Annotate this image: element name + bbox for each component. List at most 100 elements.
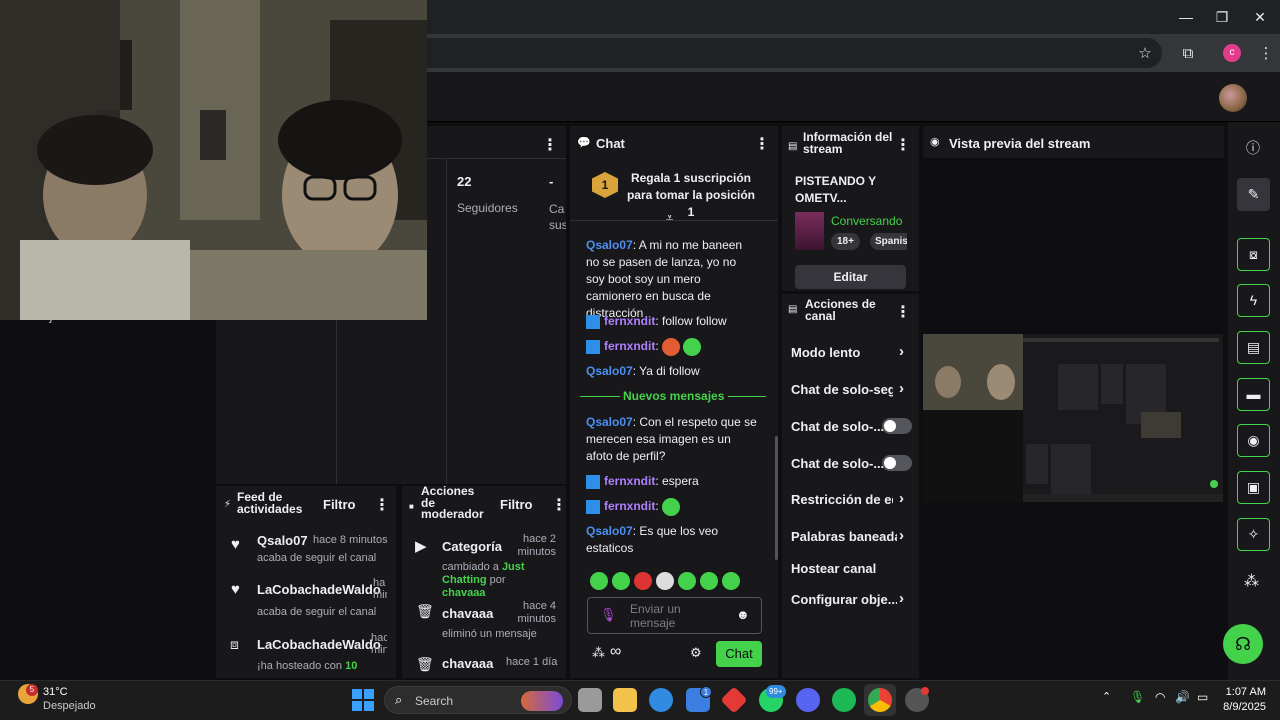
activity-icon: ⚡: [224, 499, 232, 510]
mod-menu-icon[interactable]: ⋮: [551, 495, 567, 515]
category-boxart[interactable]: [795, 212, 824, 250]
webcam-overlay[interactable]: [0, 0, 427, 320]
info-circle-icon[interactable]: ⓘ: [1246, 138, 1260, 158]
feed-item-name[interactable]: Qsalo07: [257, 533, 308, 548]
gear-icon[interactable]: ⚙: [690, 645, 702, 661]
chevron-right-icon[interactable]: ›: [899, 380, 904, 397]
emote-icon[interactable]: [656, 572, 674, 590]
chevron-right-icon[interactable]: ›: [899, 527, 904, 544]
start-button-icon[interactable]: [352, 689, 374, 711]
host-icon: ⧈: [230, 636, 239, 652]
subs-label: Ca sus: [549, 202, 566, 232]
stream-info-menu-icon[interactable]: ⋮: [895, 135, 911, 155]
chevron-right-icon[interactable]: ›: [899, 343, 904, 360]
chevron-up-icon[interactable]: ⌃: [1102, 690, 1111, 703]
emote-only-toggle[interactable]: [882, 455, 912, 471]
action-followers-only[interactable]: Chat de solo-segu: [791, 382, 893, 397]
wifi-icon[interactable]: ◠: [1155, 690, 1165, 704]
microphone-icon[interactable]: 🎙: [600, 607, 617, 623]
mod-item-name: chavaaa: [442, 656, 494, 671]
emote-icon[interactable]: [590, 572, 608, 590]
chevron-right-icon[interactable]: ›: [899, 590, 904, 607]
spotify-icon[interactable]: [832, 688, 856, 712]
video-camera-icon[interactable]: ▣: [1237, 471, 1270, 504]
channel-actions-menu-icon[interactable]: ⋮: [895, 302, 911, 322]
emote-picker-icon[interactable]: ☻: [736, 607, 750, 622]
stream-info-title: Información del stream: [803, 130, 893, 156]
chrome-icon[interactable]: [868, 688, 892, 712]
emote-icon[interactable]: [612, 572, 630, 590]
gift-leaderboard-text[interactable]: Regala 1 suscripción para tomar la posic…: [626, 170, 756, 221]
lightning-icon[interactable]: ϟ: [1237, 284, 1270, 317]
taskbar: [0, 680, 1280, 720]
close-icon[interactable]: ✕: [1242, 6, 1278, 28]
mod-filter-button[interactable]: Filtro: [500, 497, 533, 512]
feed-item-name[interactable]: LaCobachadeWaldo: [257, 637, 381, 652]
emote-icon[interactable]: [700, 572, 718, 590]
task-view-icon[interactable]: [578, 688, 602, 712]
channel-points-icon[interactable]: ⁂: [592, 645, 605, 661]
preview-thumbnail: [923, 334, 1223, 502]
browser-profile-avatar[interactable]: c: [1223, 44, 1241, 62]
chat-icon[interactable]: ▬: [1237, 378, 1270, 411]
clock-time[interactable]: 1:07 AM: [1222, 686, 1266, 698]
document-icon[interactable]: ▤: [1237, 331, 1270, 364]
chat-scrollbar[interactable]: [775, 436, 778, 560]
tag-age[interactable]: 18+: [831, 233, 860, 250]
emote-icon[interactable]: [678, 572, 696, 590]
divider: [570, 220, 778, 221]
action-configure-goals[interactable]: Configurar obje...: [791, 592, 897, 607]
chat-input[interactable]: 🎙 Enviar un mensaje ☻: [587, 597, 762, 634]
chat-message: fernxndit:: [586, 338, 766, 356]
activity-menu-icon[interactable]: ⋮: [374, 495, 390, 515]
trash-icon: 🗑: [416, 603, 434, 619]
activity-filter-button[interactable]: Filtro: [323, 497, 356, 512]
browser-menu-icon[interactable]: ⋮: [1254, 42, 1278, 66]
edit-pencil-icon[interactable]: ✎: [1237, 178, 1270, 211]
wrench-icon[interactable]: ✧: [1237, 518, 1270, 551]
heart-icon: ♥: [231, 581, 240, 598]
help-headset-icon[interactable]: ☊: [1223, 624, 1263, 664]
edit-stream-button[interactable]: Editar: [795, 265, 906, 289]
broadcast-icon[interactable]: ◉: [1237, 424, 1270, 457]
emote-icon[interactable]: [634, 572, 652, 590]
stats-menu-icon[interactable]: ⋮: [542, 135, 558, 155]
action-age-restriction[interactable]: Restricción de eda: [791, 492, 893, 507]
bookmark-star-icon[interactable]: ☆: [1133, 42, 1157, 66]
subs-only-toggle[interactable]: [882, 418, 912, 434]
new-messages-line: [728, 396, 766, 397]
battery-icon[interactable]: ▭: [1197, 690, 1208, 704]
stream-preview-header: ◉ Vista previa del stream: [923, 126, 1224, 158]
emote-icon[interactable]: [722, 572, 740, 590]
tag-language[interactable]: Spanis: [870, 233, 907, 250]
action-banned-words[interactable]: Palabras baneada: [791, 529, 897, 544]
microphone-icon[interactable]: 🎙: [1130, 690, 1145, 704]
stream-category[interactable]: Conversando: [831, 214, 902, 228]
webcam-image: [0, 0, 427, 320]
action-slow-mode[interactable]: Modo lento: [791, 345, 860, 360]
maximize-icon[interactable]: ❐: [1204, 6, 1240, 28]
feed-item-name[interactable]: LaCobachadeWaldo: [257, 582, 381, 597]
extensions-icon[interactable]: ⁂: [1244, 572, 1259, 590]
chat-panel: 💬 Chat ⋮ 1 Regala 1 suscripción para tom…: [570, 126, 778, 678]
action-host-channel[interactable]: Hostear canal: [791, 561, 876, 576]
mod-item-time: hace 2 minutos: [517, 533, 556, 558]
edge-icon[interactable]: [649, 688, 673, 712]
address-bar[interactable]: [360, 38, 1162, 68]
extensions-icon[interactable]: ⧉: [1176, 42, 1200, 66]
send-chat-button[interactable]: Chat: [716, 641, 762, 667]
clock-date[interactable]: 8/9/2025: [1214, 701, 1266, 713]
feed-item-time: hac min: [371, 632, 387, 656]
volume-icon[interactable]: 🔊: [1175, 690, 1190, 704]
file-explorer-icon[interactable]: [613, 688, 637, 712]
stream-preview-video[interactable]: [923, 334, 1223, 502]
collapse-icon[interactable]: ⩡: [666, 210, 673, 226]
new-messages-label: Nuevos mensajes: [623, 389, 725, 403]
chat-menu-icon[interactable]: ⋮: [754, 134, 770, 154]
discord-icon[interactable]: [796, 688, 820, 712]
avatar[interactable]: [1219, 84, 1247, 112]
minimize-icon[interactable]: —: [1168, 6, 1204, 28]
camera-focus-icon[interactable]: ⧇: [1237, 238, 1270, 271]
chevron-right-icon[interactable]: ›: [899, 490, 904, 507]
taskbar-search[interactable]: ⌕ Search: [384, 686, 572, 714]
